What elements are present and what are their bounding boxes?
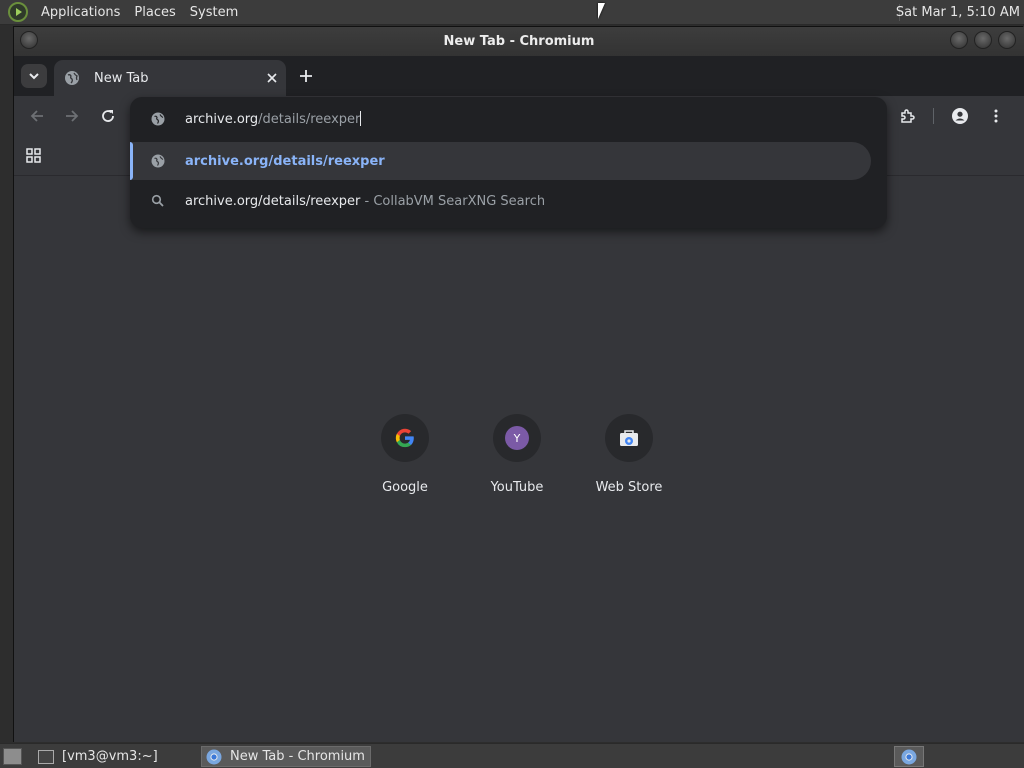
shortcut-youtube[interactable]: Y YouTube xyxy=(469,414,565,495)
kebab-menu-icon xyxy=(994,109,998,123)
suggestion-engine: - CollabVM SearXNG Search xyxy=(360,193,546,209)
close-window-button[interactable] xyxy=(998,31,1016,49)
taskbar-item-chromium[interactable]: New Tab - Chromium xyxy=(201,746,371,767)
omnibox-text: archive.org/details/reexper xyxy=(185,111,362,127)
tab-search-button[interactable] xyxy=(21,64,47,88)
arrow-right-icon xyxy=(66,110,79,122)
url-domain: archive.org xyxy=(185,112,259,127)
omnibox-popup: archive.org/details/reexper archive.org/… xyxy=(130,97,887,228)
selection-indicator xyxy=(130,142,133,180)
back-button[interactable] xyxy=(25,104,49,128)
browser-window: New Tab - Chromium New Tab Google Y YouT… xyxy=(13,26,1024,742)
mouse-cursor-icon xyxy=(598,3,605,19)
system-logo-icon[interactable] xyxy=(8,2,28,22)
tray-chromium-icon[interactable] xyxy=(894,746,924,767)
plus-icon xyxy=(300,70,312,82)
reload-icon xyxy=(102,110,114,122)
taskbar-item-label: [vm3@vm3:~] xyxy=(62,749,158,764)
window-menu-button[interactable] xyxy=(20,31,38,49)
show-desktop-icon[interactable] xyxy=(3,748,22,765)
tab-new-tab[interactable]: New Tab xyxy=(54,60,286,96)
menu-applications[interactable]: Applications xyxy=(34,5,127,20)
menu-system[interactable]: System xyxy=(183,5,245,20)
text-caret xyxy=(360,111,362,126)
avatar-icon xyxy=(952,108,968,124)
shortcut-label: Web Store xyxy=(595,480,663,495)
close-tab-button[interactable] xyxy=(262,68,282,88)
new-tab-button[interactable] xyxy=(295,65,317,87)
globe-icon xyxy=(65,71,79,85)
omnibox-suggestion-search[interactable]: archive.org/details/reexper - CollabVM S… xyxy=(130,181,887,221)
shortcut-google[interactable]: Google xyxy=(357,414,453,495)
taskbar-item-label: New Tab - Chromium xyxy=(230,749,365,764)
arrow-left-icon xyxy=(30,110,43,122)
omnibox-suggestion-url[interactable]: archive.org/details/reexper xyxy=(130,141,887,181)
menu-places[interactable]: Places xyxy=(127,5,182,20)
tab-strip: New Tab xyxy=(14,56,1024,96)
shortcut-web-store[interactable]: Web Store xyxy=(581,414,677,495)
chevron-down-icon xyxy=(29,73,39,80)
puzzle-icon xyxy=(901,109,915,123)
letter-avatar: Y xyxy=(505,426,529,450)
globe-icon xyxy=(151,112,165,126)
omnibox-input[interactable]: archive.org/details/reexper xyxy=(130,99,887,139)
clock[interactable]: Sat Mar 1, 5:10 AM xyxy=(896,5,1020,20)
minimize-button[interactable] xyxy=(950,31,968,49)
search-icon xyxy=(151,194,164,207)
youtube-avatar: Y xyxy=(493,414,541,462)
maximize-button[interactable] xyxy=(974,31,992,49)
suggestion-query: archive.org/details/reexper xyxy=(185,193,361,209)
google-icon xyxy=(381,414,429,462)
globe-icon xyxy=(151,154,165,168)
suggestion-text: archive.org/details/reexper - CollabVM S… xyxy=(185,194,545,209)
new-tab-page: Google Y YouTube Web Store xyxy=(14,176,1024,742)
extensions-button[interactable] xyxy=(895,104,919,128)
bottom-taskbar: [vm3@vm3:~] New Tab - Chromium xyxy=(0,743,1024,768)
tab-title: New Tab xyxy=(94,70,149,86)
taskbar-item-terminal[interactable]: [vm3@vm3:~] xyxy=(34,746,192,767)
shortcut-label: YouTube xyxy=(490,480,544,495)
window-title: New Tab - Chromium xyxy=(443,34,595,49)
reload-button[interactable] xyxy=(96,104,120,128)
shortcut-label: Google xyxy=(382,480,428,495)
toolbar-divider xyxy=(933,108,934,124)
forward-button[interactable] xyxy=(60,104,84,128)
suggestion-text: archive.org/details/reexper xyxy=(185,153,385,169)
apps-grid-icon[interactable] xyxy=(25,147,43,165)
close-icon xyxy=(267,73,277,83)
chrome-menu-button[interactable] xyxy=(984,104,1008,128)
window-titlebar[interactable]: New Tab - Chromium xyxy=(14,27,1024,56)
chromium-icon xyxy=(206,749,222,764)
top-panel: Applications Places System Sat Mar 1, 5:… xyxy=(0,0,1024,25)
terminal-icon xyxy=(38,749,54,764)
webstore-icon xyxy=(605,414,653,462)
profile-button[interactable] xyxy=(948,104,972,128)
url-path: /details/reexper xyxy=(258,112,361,127)
chromium-icon xyxy=(901,749,917,764)
